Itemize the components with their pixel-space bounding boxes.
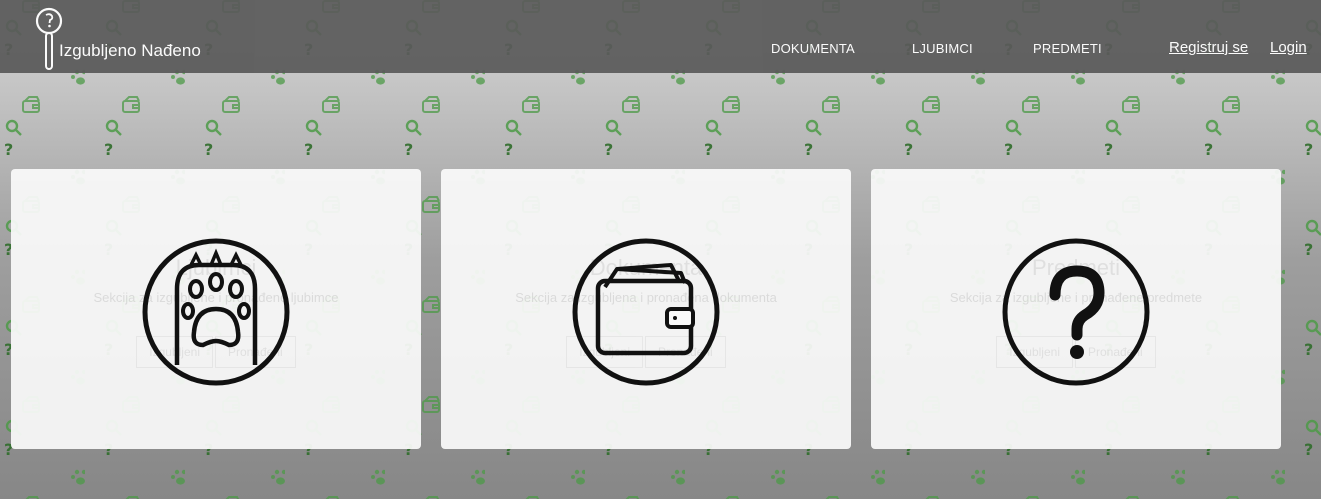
question-icon bbox=[1002, 238, 1150, 386]
card-dokumenta[interactable]: Dokumenta Sekcija za izgubljena i pronađ… bbox=[441, 169, 851, 449]
navbar: Izgubljeno Nađeno DOKUMENTA LJUBIMCI PRE… bbox=[0, 0, 1321, 73]
wallet-icon bbox=[572, 238, 720, 386]
brand-name: Izgubljeno Nađeno bbox=[59, 41, 201, 60]
nav-dokumenta[interactable]: DOKUMENTA bbox=[771, 41, 855, 56]
card-predmeti[interactable]: Predmeti Sekcija za izgubljene i pronađe… bbox=[871, 169, 1281, 449]
nav-ljubimci[interactable]: LJUBIMCI bbox=[912, 41, 973, 56]
login-link[interactable]: Login bbox=[1270, 39, 1307, 56]
magnifier-logo-icon bbox=[35, 7, 63, 70]
card-ljubimci[interactable]: Ljubimci Sekcija za izgubljene i pronađe… bbox=[11, 169, 421, 449]
paw-icon bbox=[142, 238, 290, 386]
register-link[interactable]: Registruj se bbox=[1169, 39, 1248, 56]
brand-logo[interactable]: Izgubljeno Nađeno bbox=[34, 5, 234, 71]
nav-predmeti[interactable]: PREDMETI bbox=[1033, 41, 1102, 56]
